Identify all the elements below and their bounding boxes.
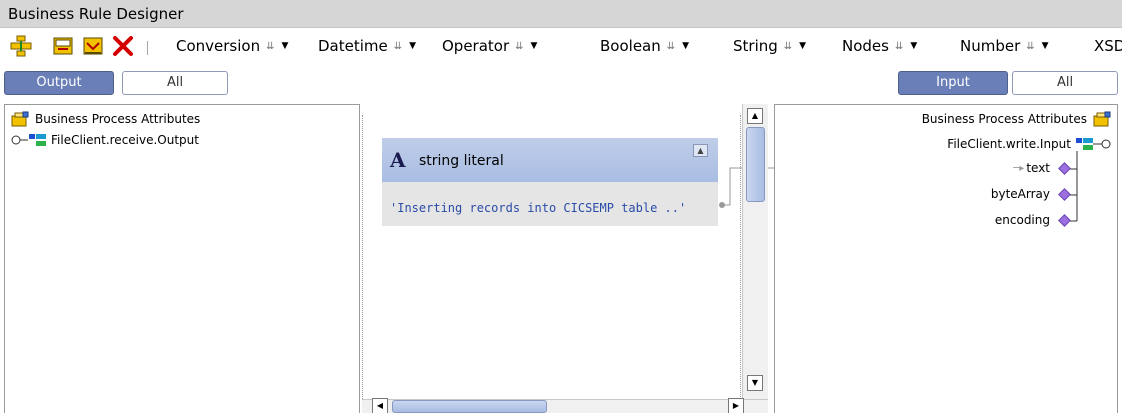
tree-root[interactable]: Business Process Attributes — [11, 111, 200, 127]
menu-operator[interactable]: Operator ⇊ ▼ — [442, 37, 537, 55]
field-diamond-icon — [1058, 161, 1071, 175]
dropdown-arrow-icon: ▼ — [409, 41, 417, 51]
menu-xsd[interactable]: XSD — [1094, 37, 1122, 55]
left-toggle-bar: Output All — [0, 68, 362, 98]
field-encoding[interactable]: encoding — [994, 213, 1071, 227]
double-chevron-icon: ⇊ — [666, 40, 676, 52]
horizontal-scroll-thumb[interactable] — [392, 400, 547, 413]
map-node-icon[interactable] — [10, 35, 32, 57]
literal-value[interactable]: 'Inserting records into CICSEMP table ..… — [390, 201, 686, 215]
menu-string[interactable]: String ⇊ ▼ — [733, 37, 806, 55]
double-chevron-icon: ⇊ — [266, 40, 275, 52]
double-chevron-icon: ⇊ — [783, 40, 793, 52]
double-chevron-icon: ⇊ — [894, 40, 904, 52]
menu-number[interactable]: Number ⇊ ▼ — [960, 37, 1049, 55]
tree-node-write-input[interactable]: FileClient.write.Input — [947, 136, 1111, 152]
scroll-right-icon[interactable]: ▶ — [728, 398, 744, 413]
scroll-left-icon[interactable]: ◀ — [372, 398, 388, 413]
dropdown-arrow-icon: ▼ — [682, 41, 690, 51]
dropdown-arrow-icon: ▼ — [281, 41, 289, 51]
field-text[interactable]: ─▸ text — [1013, 161, 1071, 175]
dropdown-arrow-icon: ▼ — [799, 41, 807, 51]
tree-node-receive-output[interactable]: FileClient.receive.Output — [11, 132, 199, 148]
link-arrow-icon: ─▸ — [1013, 162, 1025, 174]
vertical-scroll-thumb[interactable] — [746, 127, 765, 202]
tree-node-label: FileClient.write.Input — [947, 137, 1071, 151]
menu-label: Datetime — [318, 37, 388, 55]
vertical-scrollbar[interactable]: ▲ ▼ — [742, 104, 768, 399]
output-toggle-button[interactable]: Output — [4, 71, 114, 95]
delete-icon[interactable] — [112, 35, 134, 57]
input-toggle-button[interactable]: Input — [898, 71, 1008, 95]
tree-root[interactable]: Business Process Attributes — [922, 111, 1111, 127]
field-diamond-icon — [1058, 213, 1071, 227]
window-title: Business Rule Designer — [8, 5, 184, 23]
new-rule-icon[interactable] — [52, 35, 74, 57]
card-header: A string literal ▲ — [382, 138, 718, 182]
menu-label: Conversion — [176, 37, 261, 55]
dropdown-arrow-icon: ▼ — [910, 41, 918, 51]
double-chevron-icon: ⇊ — [1026, 40, 1035, 52]
double-chevron-icon: ⇊ — [515, 40, 524, 52]
menu-label: String — [733, 37, 778, 55]
field-label: text — [1026, 161, 1050, 175]
scroll-up-icon[interactable]: ▲ — [747, 108, 763, 124]
output-tree-panel: Business Process Attributes FileClient.r… — [4, 104, 360, 413]
menu-nodes[interactable]: Nodes ⇊ ▼ — [842, 37, 917, 55]
card-title: string literal — [419, 153, 504, 169]
all-toggle-button[interactable]: All — [1012, 71, 1118, 95]
menu-conversion[interactable]: Conversion ⇊ ▼ — [176, 37, 288, 55]
horizontal-scrollbar[interactable]: ◀ ▶ — [362, 398, 768, 413]
title-bar: Business Rule Designer — [0, 0, 1122, 28]
input-tree-panel: Business Process Attributes FileClient.w… — [774, 104, 1118, 413]
menu-label: Operator — [442, 37, 510, 55]
menu-label: XSD — [1094, 37, 1122, 55]
menu-datetime[interactable]: Datetime ⇊ ▼ — [318, 37, 416, 55]
dropdown-arrow-icon: ▼ — [1041, 41, 1049, 51]
business-process-icon — [1093, 111, 1111, 127]
field-label: byteArray — [990, 187, 1050, 201]
string-type-icon: A — [390, 148, 406, 172]
toolbar: Conversion ⇊ ▼ Datetime ⇊ ▼ Operator ⇊ ▼ Boole… — [0, 28, 1122, 66]
menu-label: Boolean — [600, 37, 661, 55]
tree-root-label: Business Process Attributes — [35, 112, 201, 126]
field-label: encoding — [994, 213, 1050, 227]
tree-root-label: Business Process Attributes — [921, 112, 1087, 126]
scroll-down-icon[interactable]: ▼ — [747, 375, 763, 391]
dropdown-arrow-icon: ▼ — [530, 41, 538, 51]
menu-label: Nodes — [842, 37, 889, 55]
menu-label: Number — [960, 37, 1021, 55]
field-bytearray[interactable]: byteArray — [990, 187, 1071, 201]
menu-boolean[interactable]: Boolean ⇊ ▼ — [600, 37, 689, 55]
canvas-left-edge — [362, 115, 363, 405]
expand-node-icon — [11, 134, 46, 146]
field-diamond-icon — [1058, 187, 1071, 201]
edit-rule-icon[interactable] — [82, 35, 104, 57]
string-literal-card[interactable]: A string literal ▲ 'Inserting records in… — [382, 138, 718, 226]
business-process-icon — [11, 111, 29, 127]
double-chevron-icon: ⇊ — [393, 40, 403, 52]
expand-node-icon — [1076, 138, 1111, 150]
collapse-icon[interactable]: ▲ — [693, 144, 708, 157]
tree-node-label: FileClient.receive.Output — [51, 133, 199, 147]
toolbar-separator — [147, 41, 148, 55]
canvas-right-edge — [740, 115, 741, 405]
all-toggle-button[interactable]: All — [122, 71, 228, 95]
right-toggle-bar: Input All — [768, 68, 1122, 98]
